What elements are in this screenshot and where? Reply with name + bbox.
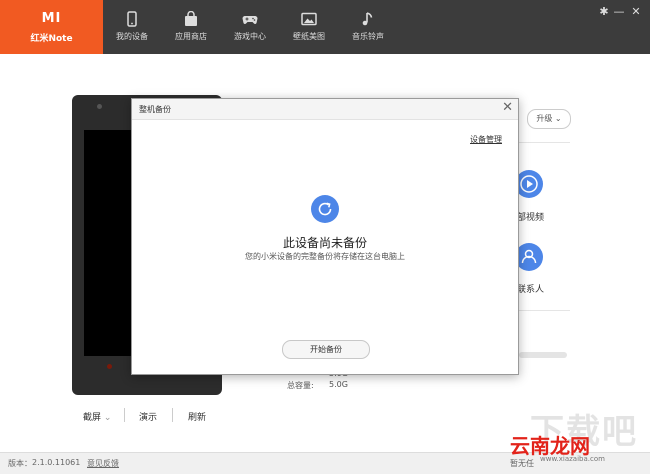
backup-dialog: 整机备份 ✕ 设备管理 此设备尚未备份 您的小米设备的完整备份将存储在这台电脑上… [131, 98, 519, 375]
screenshot-button[interactable]: 截屏 ⌄ [83, 410, 111, 423]
phone-icon [127, 11, 137, 27]
backup-status-heading: 此设备尚未备份 [282, 236, 367, 250]
storage-total-value: 5.0G [329, 380, 348, 389]
contacts-feature-icon[interactable] [515, 243, 543, 271]
phone-home-button [107, 364, 112, 369]
brand-tile[interactable]: MI 红米Note [0, 0, 103, 54]
device-name: 红米Note [30, 34, 73, 44]
divider [519, 142, 570, 143]
start-backup-button[interactable]: 开始备份 [282, 340, 370, 359]
version-label: 版本： [8, 459, 32, 468]
bag-icon [185, 11, 197, 26]
tab-app-store[interactable]: 应用商店 [162, 0, 220, 54]
dialog-header: 整机备份 ✕ [132, 99, 518, 120]
tab-label: 应用商店 [175, 32, 207, 41]
person-icon [521, 249, 537, 264]
chevron-down-icon: ⌄ [103, 413, 112, 423]
phone-camera [97, 104, 102, 109]
backup-description: 您的小米设备的完整备份将存储在这台电脑上 [245, 252, 405, 261]
dialog-close-icon[interactable]: ✕ [502, 101, 513, 115]
tab-label: 壁纸美图 [293, 32, 325, 41]
music-note-icon [362, 12, 373, 26]
tab-label: 游戏中心 [234, 32, 266, 41]
chevron-down-icon: ⌄ [554, 114, 562, 123]
settings-gear-icon[interactable]: ✱ [598, 6, 610, 18]
upgrade-button[interactable]: 升级 ⌄ [527, 109, 571, 129]
tab-my-device[interactable]: 我的设备 [103, 0, 161, 54]
present-button[interactable]: 演示 [139, 410, 157, 423]
minimize-icon[interactable]: — [613, 6, 625, 18]
picture-icon [301, 12, 317, 26]
video-feature-label[interactable]: 部视频 [517, 210, 544, 223]
contacts-feature-label[interactable]: 联系人 [517, 282, 544, 295]
top-bar: MI 红米Note 我的设备 应用商店 游戏中心 壁纸美图 音乐铃声 ✱ — ✕ [0, 0, 650, 54]
storage-total-label: 总容量: [287, 381, 314, 390]
storage-bar [519, 352, 567, 358]
tab-game-center[interactable]: 游戏中心 [221, 0, 279, 54]
screenshot-label: 截屏 [83, 413, 102, 423]
task-status: 暂无任 [510, 459, 534, 468]
version-number: 2.1.0.11061 [32, 458, 81, 467]
refresh-button[interactable]: 刷新 [188, 410, 206, 423]
mi-logo: MI [41, 11, 62, 26]
upgrade-label: 升级 [536, 114, 553, 123]
close-icon[interactable]: ✕ [630, 6, 642, 18]
device-management-link[interactable]: 设备管理 [470, 134, 502, 145]
video-feature-icon[interactable] [515, 170, 543, 198]
tab-music[interactable]: 音乐铃声 [339, 0, 397, 54]
dialog-title: 整机备份 [139, 105, 171, 114]
backup-sync-icon [311, 195, 339, 223]
tab-wallpapers[interactable]: 壁纸美图 [280, 0, 338, 54]
watermark-url: www.xiazaiba.com [540, 455, 605, 463]
divider [172, 408, 173, 422]
divider [124, 408, 125, 422]
play-icon [520, 175, 538, 193]
feedback-link[interactable]: 意见反馈 [87, 458, 119, 469]
tab-label: 我的设备 [116, 32, 148, 41]
divider [519, 310, 570, 311]
tab-label: 音乐铃声 [352, 32, 384, 41]
gamepad-icon [242, 16, 258, 24]
